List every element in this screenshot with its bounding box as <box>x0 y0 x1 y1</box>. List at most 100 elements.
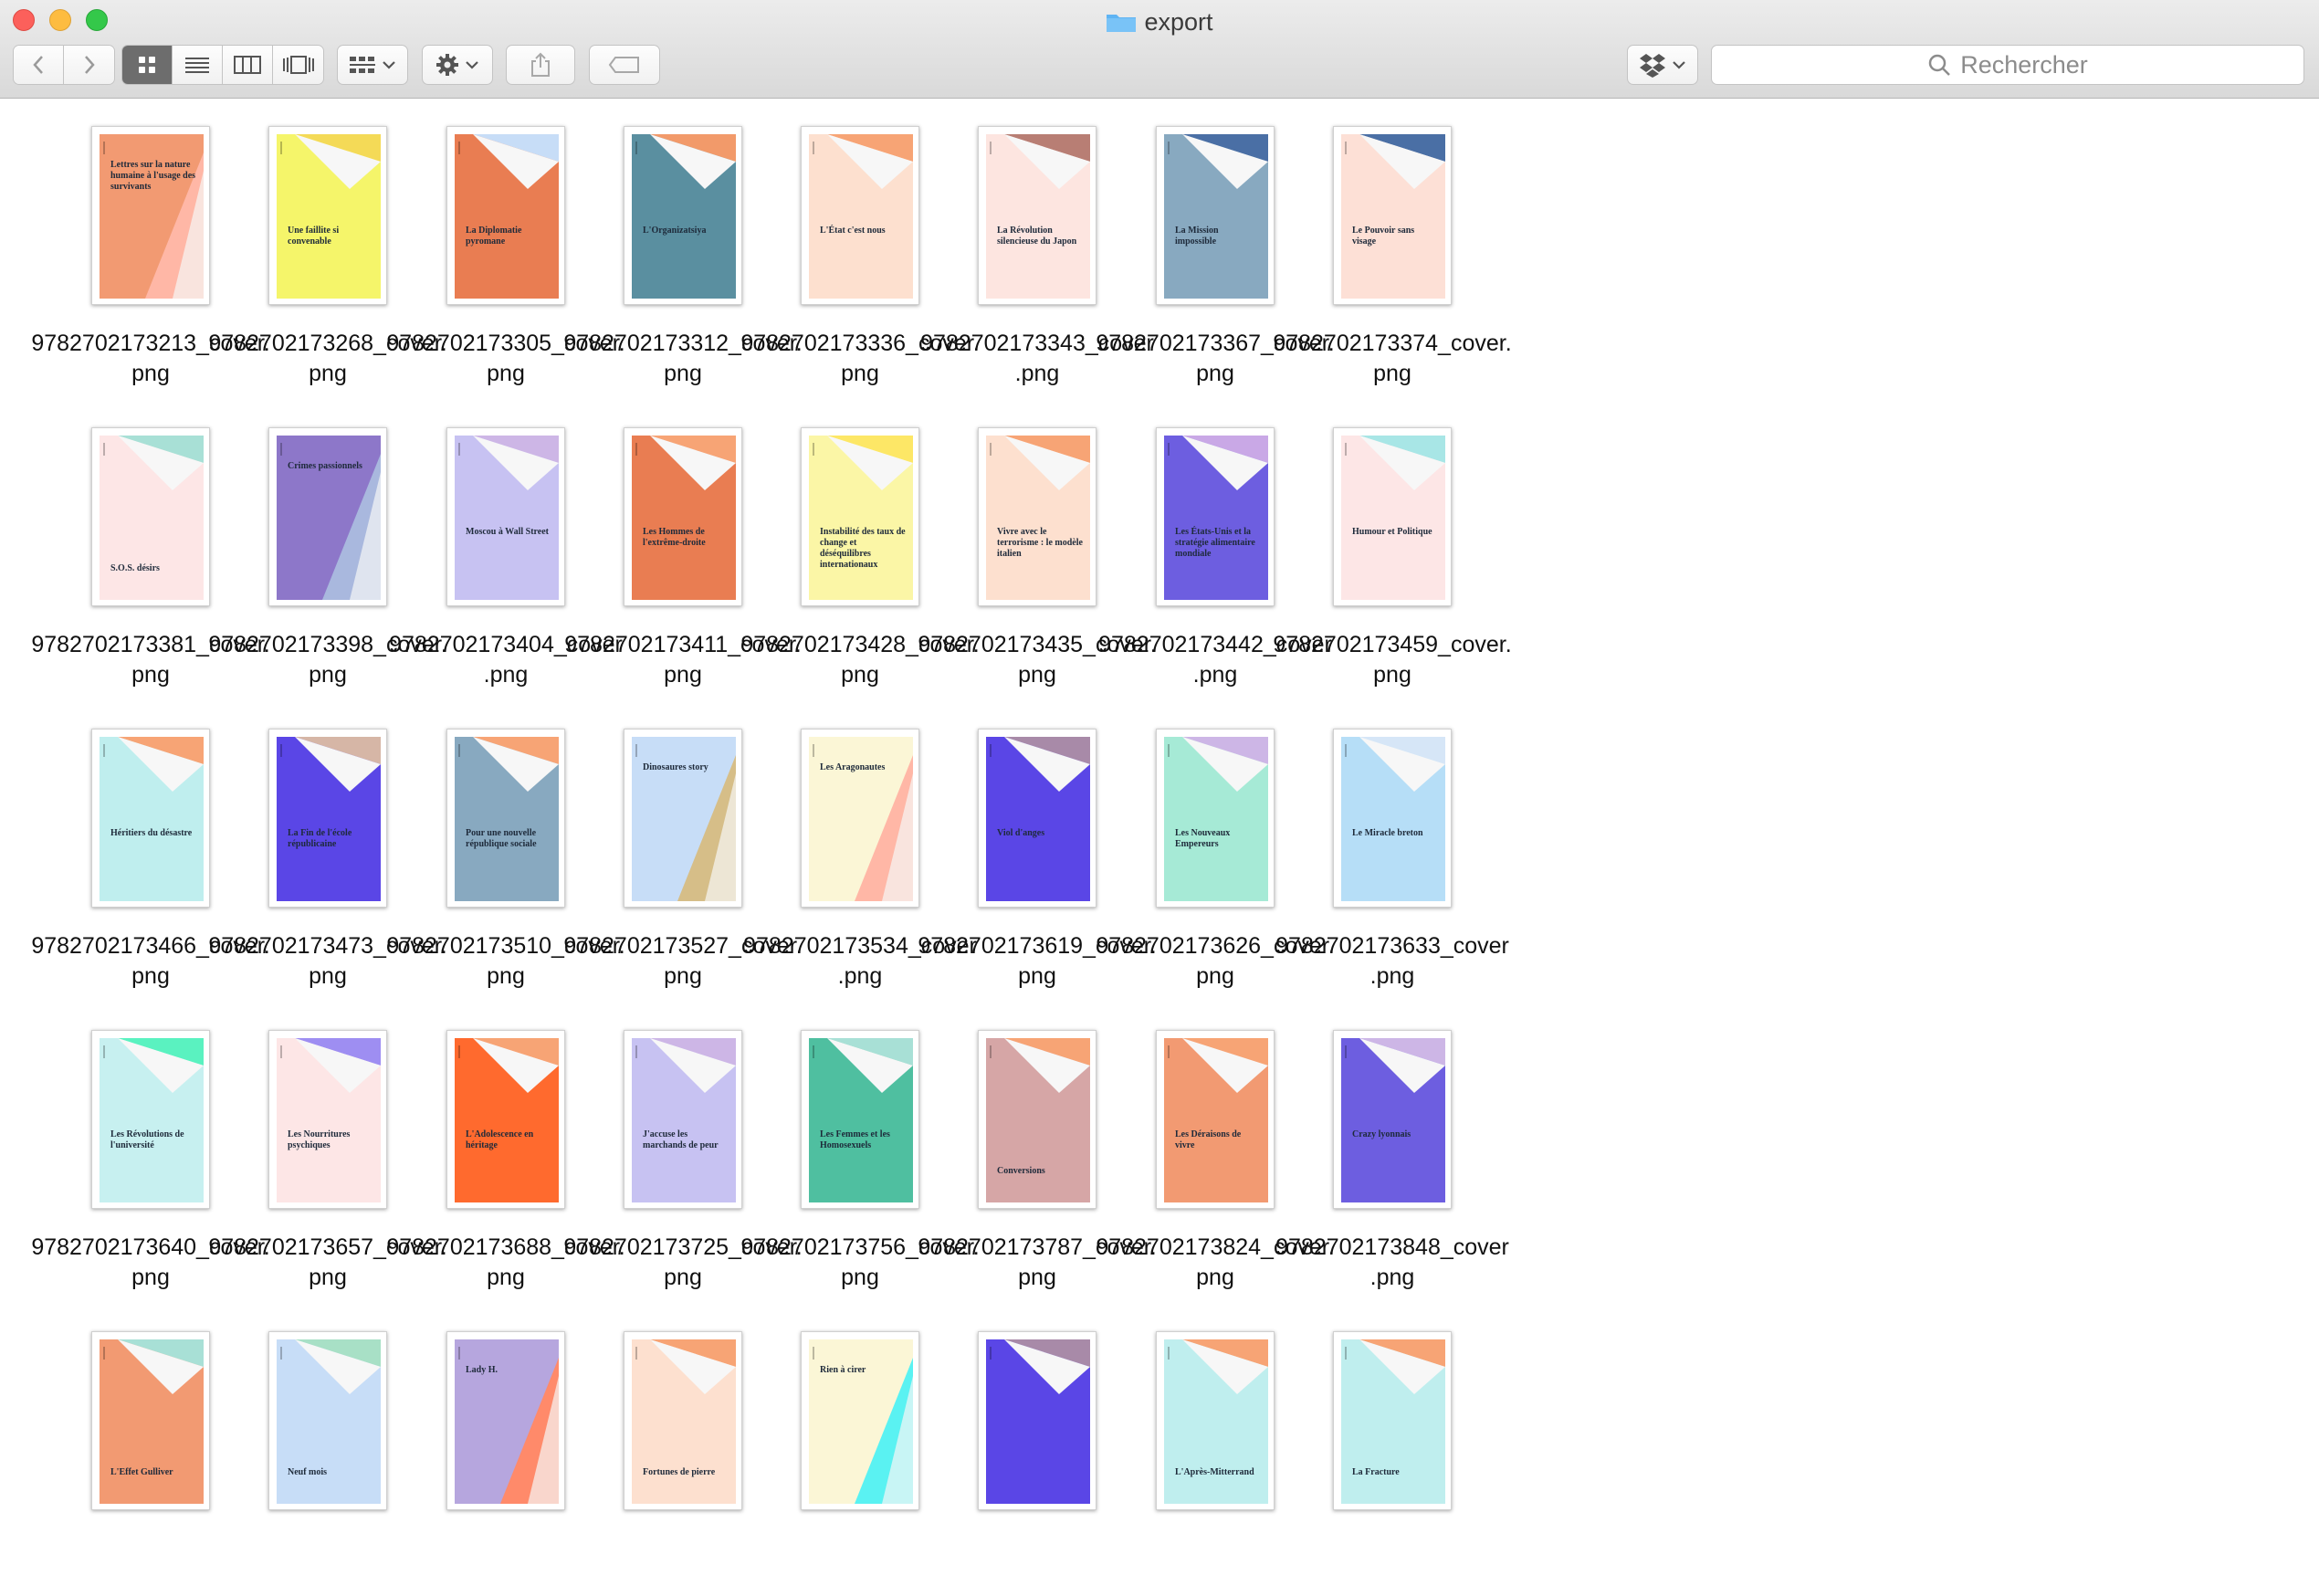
cover-spine-mark <box>990 142 992 154</box>
cover-title: Humour et Politique <box>1352 527 1432 537</box>
cover-graphic <box>1182 1038 1268 1093</box>
view-mode-control <box>121 45 324 85</box>
cover-title: Rien à cirer <box>820 1365 866 1375</box>
cover-graphic <box>1004 1038 1090 1093</box>
dropbox-button[interactable] <box>1627 45 1698 85</box>
tags-button[interactable] <box>589 45 660 85</box>
book-cover-image <box>986 1339 1090 1504</box>
book-cover-image: La Fracture <box>1341 1339 1445 1504</box>
cover-graphic <box>473 1038 559 1093</box>
book-cover-image: Les Nouveaux Empereurs <box>1164 737 1268 901</box>
cover-title: Héritiers du désastre <box>110 828 193 838</box>
file-thumbnail[interactable]: La Fracture <box>1333 1331 1452 1510</box>
cover-title: La Fin de l'école républicaine <box>288 828 352 849</box>
cover-graphic <box>1359 436 1445 490</box>
cover-spine-mark <box>458 142 460 154</box>
cover-graphic <box>650 1038 736 1093</box>
forward-button[interactable] <box>64 46 114 84</box>
file-thumbnail[interactable]: Humour et Politique <box>1333 427 1452 606</box>
cover-graphic <box>295 1038 381 1093</box>
share-button[interactable] <box>506 45 575 85</box>
cover-graphic <box>473 134 559 189</box>
cover-graphic <box>118 1339 204 1394</box>
book-cover-image: Conversions <box>986 1038 1090 1202</box>
book-cover-image: La Mission impossible <box>1164 134 1268 299</box>
book-cover-image: Les États-Unis et la stratégie alimentai… <box>1164 436 1268 600</box>
cover-graphic <box>1359 1339 1445 1394</box>
cover-graphic <box>118 1038 204 1093</box>
cover-title: Les Révolutions de l'université <box>110 1129 184 1150</box>
cover-graphic <box>500 1358 559 1504</box>
file-item[interactable]: La Fracture <box>1255 1304 1529 1596</box>
file-item[interactable]: Le Pouvoir sans visage 9782702173374_cove… <box>1255 99 1529 391</box>
icon-view-button[interactable] <box>122 46 173 84</box>
cover-spine-mark <box>458 744 460 757</box>
cover-title: La Diplomatie pyromane <box>466 226 522 247</box>
cover-title: Fortunes de pierre <box>643 1467 716 1477</box>
action-button[interactable] <box>422 45 493 85</box>
book-cover-image: Dinosaures story <box>632 737 736 901</box>
column-view-button[interactable] <box>223 46 273 84</box>
file-thumbnail[interactable]: Le Pouvoir sans visage <box>1333 126 1452 305</box>
cover-title: Conversions <box>997 1166 1045 1176</box>
file-item[interactable]: Crazy lyonnais 9782702173848_cover .png <box>1255 1003 1529 1295</box>
cover-graphic <box>650 134 736 189</box>
cover-spine-mark <box>103 744 105 757</box>
cover-graphic <box>1004 134 1090 189</box>
cover-graphic <box>827 134 913 189</box>
cover-spine-mark <box>635 1347 637 1360</box>
cover-graphic <box>322 454 381 600</box>
cover-title: J'accuse les marchands de peur <box>643 1129 719 1150</box>
cover-graphic <box>855 755 913 901</box>
cover-graphic <box>1182 134 1268 189</box>
book-cover-image: Les Hommes de l'extrême-droite <box>632 436 736 600</box>
cover-spine-mark <box>280 1045 282 1058</box>
book-cover-image: Les Femmes et les Homosexuels <box>809 1038 913 1202</box>
book-cover-image: Fortunes de pierre <box>632 1339 736 1504</box>
cover-graphic <box>677 755 736 901</box>
cover-title: L'Après-Mitterrand <box>1175 1467 1254 1477</box>
cover-title: Les Aragonautes <box>820 762 886 772</box>
cover-title: Les Femmes et les Homosexuels <box>820 1129 890 1150</box>
cover-spine-mark <box>1345 142 1347 154</box>
folder-icon <box>1107 15 1137 32</box>
cover-title: Neuf mois <box>288 1467 328 1477</box>
file-name-label: 9782702173459_cover. png <box>1273 632 1512 688</box>
cover-title: La Mission impossible <box>1175 226 1219 247</box>
cover-spine-mark <box>813 1347 814 1360</box>
cover-graphic <box>1182 436 1268 490</box>
cover-title: Lettres sur la nature humaine à l'usage … <box>110 160 196 192</box>
cover-graphic <box>145 152 204 299</box>
file-item[interactable]: Humour et Politique 9782702173459_cover. p… <box>1255 400 1529 692</box>
cover-graphic <box>295 134 381 189</box>
cover-title: L'Effet Gulliver <box>110 1467 173 1477</box>
book-cover-image: Vivre avec le terrorisme : le modèle ita… <box>986 436 1090 600</box>
cover-spine-mark <box>1345 1045 1347 1058</box>
back-button[interactable] <box>14 46 64 84</box>
cover-graphic <box>1182 737 1268 792</box>
file-thumbnail[interactable]: Crazy lyonnais <box>1333 1030 1452 1209</box>
group-by-button[interactable] <box>337 45 408 85</box>
book-cover-image: Les Révolutions de l'université <box>100 1038 204 1202</box>
cover-spine-mark <box>635 443 637 456</box>
cover-spine-mark <box>1168 443 1170 456</box>
search-field[interactable]: Rechercher <box>1711 45 2304 85</box>
cover-spine-mark <box>1168 142 1170 154</box>
cover-graphic <box>1359 737 1445 792</box>
cover-flow-button[interactable] <box>273 46 323 84</box>
cover-spine-mark <box>458 1045 460 1058</box>
list-view-button[interactable] <box>173 46 223 84</box>
file-name-label: 9782702173374_cover. png <box>1273 331 1512 386</box>
book-cover-image: Lady H. <box>455 1339 559 1504</box>
cover-spine-mark <box>990 443 992 456</box>
cover-spine-mark <box>280 1347 282 1360</box>
book-cover-image: Le Pouvoir sans visage <box>1341 134 1445 299</box>
cover-spine-mark <box>813 142 814 154</box>
file-thumbnail[interactable]: Le Miracle breton <box>1333 729 1452 908</box>
book-cover-image: Crazy lyonnais <box>1341 1038 1445 1202</box>
file-item[interactable]: Le Miracle breton 9782702173633_cover .png <box>1255 701 1529 993</box>
file-name-label: 9782702173633_cover .png <box>1275 933 1509 989</box>
cover-spine-mark <box>635 142 637 154</box>
chevron-right-icon <box>84 56 95 74</box>
chevron-down-icon <box>383 61 395 69</box>
